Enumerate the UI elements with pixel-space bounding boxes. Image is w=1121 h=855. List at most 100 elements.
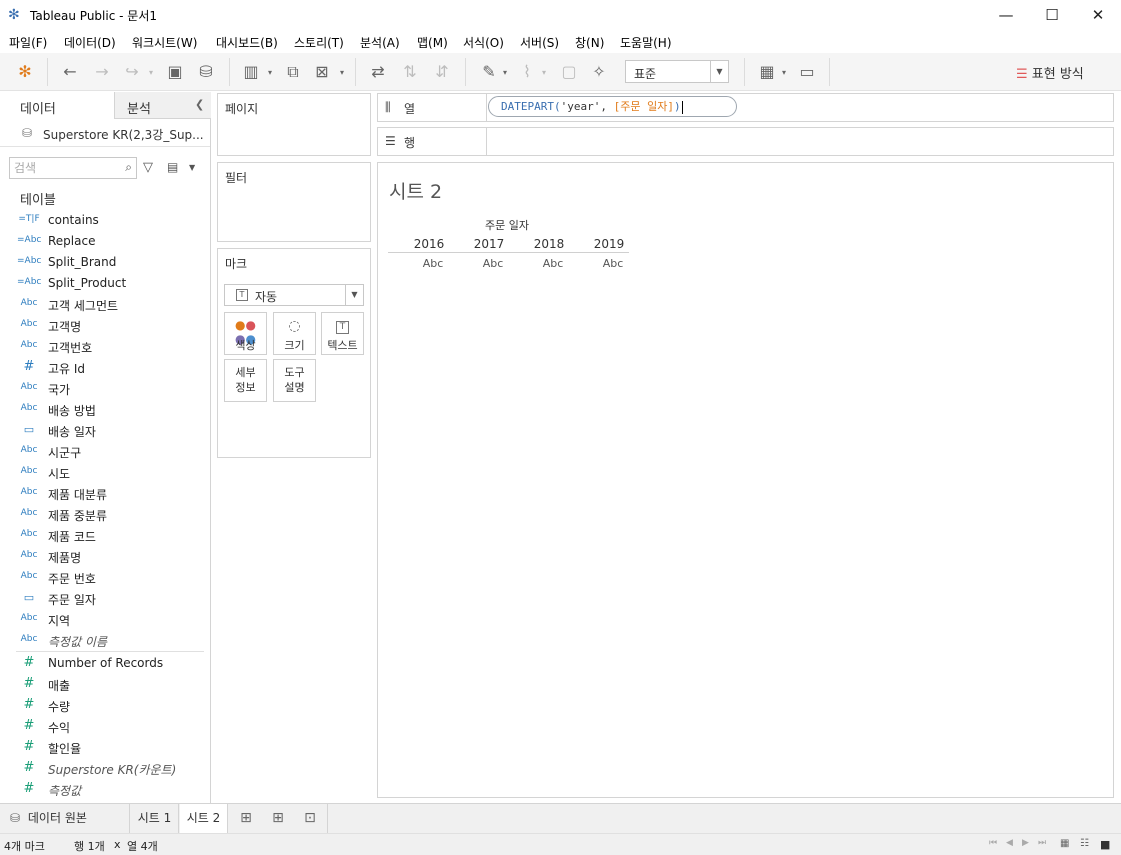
next-sheet-icon[interactable]: ▶: [1022, 838, 1029, 848]
measure-field[interactable]: # 할인율: [0, 737, 210, 758]
size-button[interactable]: ◌ 크기: [273, 312, 316, 355]
filmstrip-view-icon[interactable]: ☷: [1080, 838, 1089, 849]
dimension-field[interactable]: Abc 주문 번호: [0, 567, 210, 588]
sort-descending-icon[interactable]: ⇵: [431, 61, 453, 83]
sheet-title[interactable]: 시트 2: [389, 177, 442, 204]
year-header[interactable]: 2016: [399, 237, 459, 251]
dimension-field[interactable]: Abc 국가: [0, 378, 210, 399]
measure-field[interactable]: # 측정값: [0, 779, 210, 800]
menu-analysis[interactable]: 분석(A): [360, 34, 400, 51]
measure-field[interactable]: # 수량: [0, 695, 210, 716]
dimension-field[interactable]: =Abc Split_Product: [0, 273, 210, 294]
tab-sheet-1[interactable]: 시트 1: [131, 804, 179, 833]
search-input[interactable]: [14, 160, 114, 176]
save-icon[interactable]: ▣: [164, 61, 186, 83]
show-cards-icon[interactable]: ▦: [756, 61, 778, 83]
dimension-field[interactable]: =Abc Replace: [0, 231, 210, 252]
dimension-field[interactable]: ▭ 배송 일자: [0, 420, 210, 441]
field-search[interactable]: ⌕: [9, 157, 137, 179]
text-mark[interactable]: Abc: [523, 257, 583, 270]
detail-button[interactable]: 세부 정보: [224, 359, 267, 402]
sorter-view-icon[interactable]: ▦: [1060, 838, 1069, 849]
presentation-mode-icon[interactable]: ▭: [796, 61, 818, 83]
dimension-field[interactable]: Abc 배송 방법: [0, 399, 210, 420]
dimension-field[interactable]: Abc 고객번호: [0, 336, 210, 357]
dimension-field[interactable]: Abc 시도: [0, 462, 210, 483]
dimension-field[interactable]: ▭ 주문 일자: [0, 588, 210, 609]
dimension-field[interactable]: Abc 제품 대분류: [0, 483, 210, 504]
year-header[interactable]: 2018: [519, 237, 579, 251]
group-caret-icon[interactable]: ▾: [542, 68, 546, 77]
new-worksheet-icon[interactable]: ▥: [240, 61, 262, 83]
column-header-field[interactable]: 주문 일자: [485, 217, 529, 233]
text-mark[interactable]: Abc: [583, 257, 643, 270]
swap-rows-columns-icon[interactable]: ⇄: [367, 61, 389, 83]
group-paperclip-icon[interactable]: ⌇: [516, 61, 538, 83]
menu-map[interactable]: 맵(M): [417, 34, 448, 51]
dimension-field[interactable]: Abc 시군구: [0, 441, 210, 462]
dimension-field[interactable]: Abc 제품명: [0, 546, 210, 567]
filter-fields-icon[interactable]: ▽: [143, 160, 153, 175]
menu-dashboard[interactable]: 대시보드(B): [216, 34, 278, 51]
tab-datasource[interactable]: ⛁ 데이터 원본: [0, 804, 130, 833]
clear-sheet-icon[interactable]: ⊠: [311, 61, 333, 83]
mark-type-select[interactable]: T 자동 ▼: [224, 284, 364, 306]
tableau-start-icon[interactable]: ✻: [14, 61, 36, 83]
new-datasource-icon[interactable]: ⛁: [195, 61, 217, 83]
first-sheet-icon[interactable]: ⏮: [989, 838, 997, 848]
datasource-item[interactable]: ⛁ Superstore KR(2,3강_Sup...: [0, 119, 210, 147]
minimize-button[interactable]: —: [983, 0, 1029, 31]
view-list-icon[interactable]: ▤: [167, 160, 178, 174]
dimension-field[interactable]: Abc 제품 코드: [0, 525, 210, 546]
text-button[interactable]: T 텍스트: [321, 312, 364, 355]
prev-sheet-icon[interactable]: ◀: [1006, 838, 1013, 848]
rows-shelf[interactable]: ☰ 행: [377, 127, 1114, 156]
menu-story[interactable]: 스토리(T): [294, 34, 344, 51]
show-cards-caret-icon[interactable]: ▾: [782, 68, 786, 77]
year-header[interactable]: 2019: [579, 237, 639, 251]
show-mark-labels-icon[interactable]: ▢: [558, 61, 580, 83]
highlight-icon[interactable]: ✎: [478, 61, 500, 83]
dimension-field[interactable]: Abc 고객 세그먼트: [0, 294, 210, 315]
view-list-caret-icon[interactable]: ▼: [189, 163, 195, 172]
view-canvas[interactable]: 시트 2 주문 일자 2016 2017 2018 2019 Abc Abc A…: [377, 162, 1114, 798]
show-me-button[interactable]: ☰ 표현 방식: [1016, 63, 1084, 82]
datepart-pill-editor[interactable]: DATEPART('year', [주문 일자]): [488, 96, 737, 117]
dimension-field[interactable]: # 고유 Id: [0, 357, 210, 378]
text-mark[interactable]: Abc: [403, 257, 463, 270]
tab-data[interactable]: 데이터: [0, 92, 115, 119]
new-dashboard-tab-icon[interactable]: ⊞: [267, 804, 289, 833]
menu-server[interactable]: 서버(S): [520, 34, 559, 51]
tooltip-button[interactable]: 도구 설명: [273, 359, 316, 402]
dimension-field[interactable]: Abc 측정값 이름: [0, 630, 210, 651]
clear-sheet-caret-icon[interactable]: ▾: [340, 68, 344, 77]
year-header[interactable]: 2017: [459, 237, 519, 251]
dimension-field[interactable]: Abc 지역: [0, 609, 210, 630]
filters-card[interactable]: 필터: [217, 162, 371, 242]
measure-field[interactable]: # 수익: [0, 716, 210, 737]
menu-format[interactable]: 서식(O): [463, 34, 504, 51]
new-story-tab-icon[interactable]: ⊡: [299, 804, 321, 833]
highlight-caret-icon[interactable]: ▾: [503, 68, 507, 77]
menu-worksheet[interactable]: 워크시트(W): [132, 34, 197, 51]
text-mark[interactable]: Abc: [463, 257, 523, 270]
maximize-button[interactable]: ☐: [1029, 0, 1075, 31]
replay-caret-icon[interactable]: ▾: [149, 68, 153, 77]
menu-window[interactable]: 창(N): [575, 34, 604, 51]
last-sheet-icon[interactable]: ⏭: [1038, 838, 1046, 848]
color-button[interactable]: ●● ●● 색상: [224, 312, 267, 355]
menu-data[interactable]: 데이터(D): [64, 34, 116, 51]
pin-axis-icon[interactable]: ✧: [588, 61, 610, 83]
sort-ascending-icon[interactable]: ⇅: [399, 61, 421, 83]
dimension-field[interactable]: =T|F contains: [0, 210, 210, 231]
tabs-view-icon[interactable]: ■: [1100, 838, 1110, 851]
measure-field[interactable]: # Superstore KR(카운트): [0, 758, 210, 779]
measure-field[interactable]: # Number of Records: [0, 653, 210, 674]
duplicate-sheet-icon[interactable]: ⧉: [282, 61, 304, 83]
menu-file[interactable]: 파일(F): [9, 34, 47, 51]
replay-icon[interactable]: ↪: [121, 61, 143, 83]
dimension-field[interactable]: Abc 고객명: [0, 315, 210, 336]
pages-card[interactable]: 페이지: [217, 93, 371, 156]
close-button[interactable]: ✕: [1075, 0, 1121, 31]
new-worksheet-tab-icon[interactable]: ⊞: [235, 804, 257, 833]
